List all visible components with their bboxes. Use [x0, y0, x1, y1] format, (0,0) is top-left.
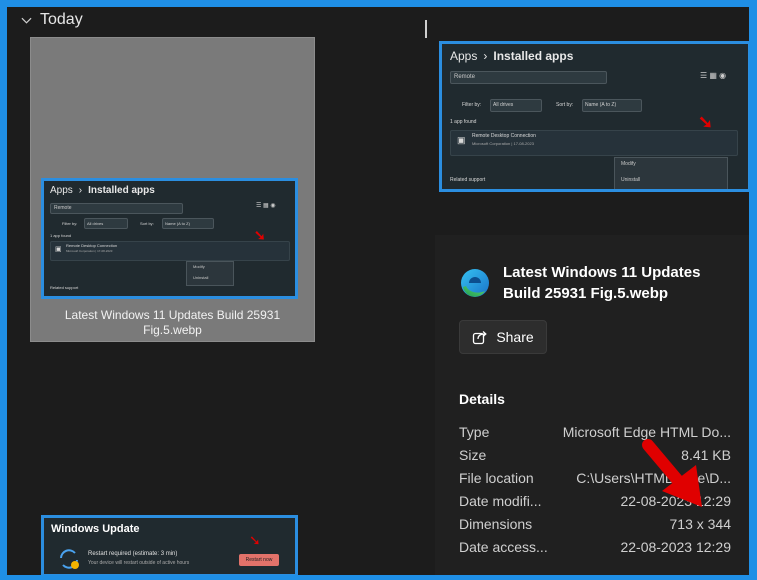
windows-update-thumbnail[interactable]: Windows Update Restart required (estimat… [41, 515, 298, 575]
sort-label: Sort by: [140, 221, 154, 226]
preview-image: Apps › Installed apps Remote ☰ ▦ ◉ Filte… [439, 41, 749, 192]
view-toggle-icons: ☰ ▦ ◉ [700, 71, 727, 80]
red-arrow-annotation: ➘ [254, 227, 266, 243]
detail-key: File location [459, 470, 534, 486]
filter-value: All drives [493, 102, 514, 108]
filter-dropdown: All drives [490, 99, 542, 112]
file-thumbnail-tile[interactable]: Apps › Installed apps Remote ☰ ▦ ◉ Filte… [30, 37, 315, 342]
details-heading: Details [459, 391, 505, 407]
app-row-name: Remote Desktop Connection [472, 133, 536, 139]
file-name-title: Latest Windows 11 Updates Build 25931 Fi… [503, 264, 701, 302]
sort-label: Sort by: [556, 102, 574, 108]
sync-icon [60, 549, 79, 569]
app-search-value: Remote [454, 74, 476, 80]
detail-row: Dimensions 713 x 344 [459, 516, 731, 538]
breadcrumb-separator: › [78, 185, 83, 196]
detail-value: 22-08-2023 12:29 [620, 539, 731, 555]
detail-key: Type [459, 424, 490, 440]
detail-value: 713 x 344 [669, 516, 732, 532]
app-search-value: Remote [54, 205, 72, 211]
windows-update-status: Restart required (estimate: 3 min) [88, 551, 178, 557]
thumbnail-image: Apps › Installed apps Remote ☰ ▦ ◉ Filte… [41, 178, 298, 299]
sort-dropdown: Name (A to Z) [162, 218, 214, 229]
sort-value: Name (A to Z) [165, 221, 190, 226]
detail-key: Dimensions [459, 516, 533, 532]
details-pane: Apps › Installed apps Remote ☰ ▦ ◉ Filte… [435, 7, 749, 575]
chevron-down-icon [21, 17, 32, 24]
detail-row: Date access... 22-08-2023 12:29 [459, 539, 731, 561]
file-list-pane: Today Apps › Installed apps Remote ☰ ▦ ◉… [7, 7, 435, 575]
filter-value: All drives [87, 221, 104, 226]
app-search-box: Remote [450, 71, 607, 84]
app-context-menu: Modify Uninstall [186, 261, 234, 286]
breadcrumb-separator: › [483, 49, 488, 63]
breadcrumb-installed-apps: Installed apps [88, 185, 155, 196]
app-count: 1 app found [450, 119, 477, 125]
share-button[interactable]: Share [459, 320, 547, 354]
related-support: Related support [50, 285, 79, 290]
file-header: Latest Windows 11 Updates Build 25931 Fi… [459, 262, 733, 304]
group-header-label: Today [40, 11, 83, 28]
red-arrow-annotation: ➘ [698, 112, 714, 132]
filter-dropdown: All drives [84, 218, 128, 229]
filter-label: Filter by: [62, 221, 78, 226]
file-thumbnail-caption: Latest Windows 11 Updates Build 25931 Fi… [64, 308, 281, 337]
view-toggle-icons: ☰ ▦ ◉ [256, 203, 276, 209]
preview-area: Apps › Installed apps Remote ☰ ▦ ◉ Filte… [435, 7, 749, 235]
filter-label: Filter by: [462, 102, 482, 108]
app-row-name: Remote Desktop Connection [66, 243, 118, 248]
app-row-icon: ▣ [457, 135, 466, 145]
menu-uninstall: Uninstall [193, 275, 209, 280]
menu-uninstall: Uninstall [621, 177, 641, 183]
app-row-meta: Microsoft Corporation | 17-08-2023 [66, 249, 113, 253]
windows-update-substatus: Your device will restart outside of acti… [88, 560, 190, 566]
breadcrumb-installed-apps: Installed apps [493, 49, 574, 63]
menu-modify: Modify [621, 161, 636, 167]
app-count: 1 app found [50, 233, 72, 238]
detail-key: Date modifi... [459, 493, 542, 509]
app-row-icon: ▣ [55, 246, 62, 253]
sort-dropdown: Name (A to Z) [582, 99, 642, 112]
file-explorer-window: Today Apps › Installed apps Remote ☰ ▦ ◉… [7, 7, 749, 575]
edge-icon [461, 269, 489, 297]
restart-now-button: Restart now [239, 554, 279, 566]
menu-modify: Modify [193, 264, 205, 269]
pane-resize-handle[interactable] [425, 20, 427, 38]
related-support: Related support [450, 177, 486, 183]
red-arrow-annotation: ➘ [249, 532, 261, 548]
app-context-menu: Modify Uninstall [614, 157, 728, 189]
share-icon [473, 331, 488, 345]
group-header-today[interactable]: Today [21, 11, 83, 29]
app-search-box: Remote [50, 203, 183, 214]
sort-value: Name (A to Z) [585, 102, 617, 108]
detail-key: Date access... [459, 539, 548, 555]
detail-key: Size [459, 447, 487, 463]
breadcrumb-apps: Apps [450, 49, 478, 63]
windows-update-title: Windows Update [51, 523, 140, 535]
red-arrow-annotation [642, 439, 702, 507]
app-row-meta: Microsoft Corporation | 17-08-2023 [472, 141, 534, 146]
breadcrumb-apps: Apps [50, 185, 73, 196]
share-button-label: Share [496, 329, 534, 345]
